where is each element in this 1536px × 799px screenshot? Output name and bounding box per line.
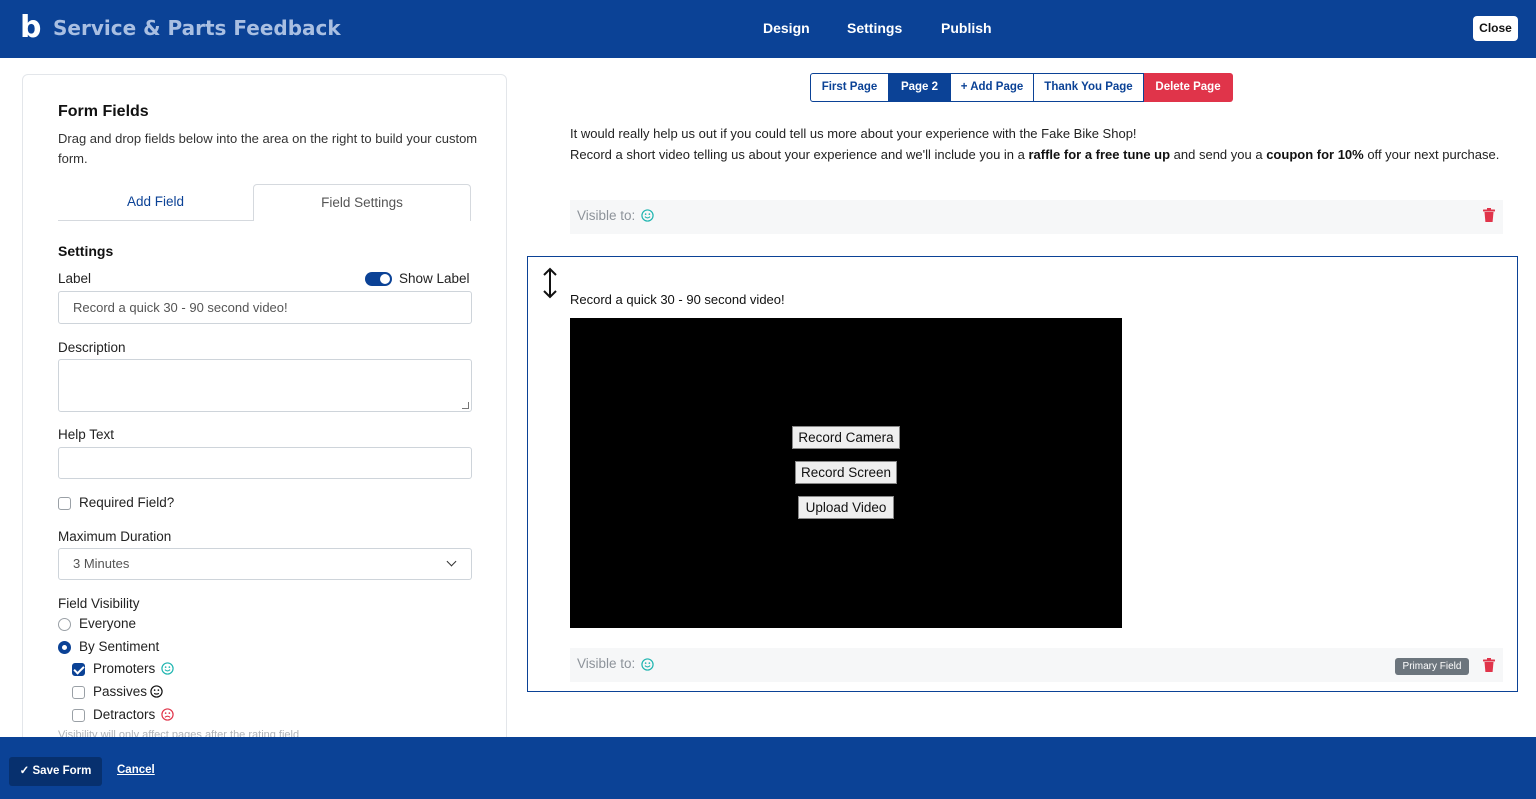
frown-icon [161,708,174,721]
visible-to-label: Visible to: [577,208,636,223]
help-text-input[interactable] [58,447,472,479]
trash-icon[interactable] [1483,658,1495,672]
panel-title: Form Fields [58,103,149,120]
neutral-face-icon [150,685,163,698]
detractors-checkbox[interactable] [72,709,85,722]
visibility-everyone-label: Everyone [79,616,137,631]
upload-video-button[interactable]: Upload Video [798,496,894,519]
visibility-bar: Visible to: [570,648,1503,682]
top-bar: b Service & Parts Feedback Design Settin… [0,0,1536,58]
passives-label: Passives [93,684,148,699]
settings-heading: Settings [58,243,114,259]
visibility-sentiment-radio[interactable] [58,641,71,654]
resize-handle-icon[interactable] [462,402,469,409]
help-text-label: Help Text [58,427,115,442]
intro-line-2: Record a short video telling us about yo… [570,147,1500,162]
required-label: Required Field? [79,495,175,510]
description-textarea[interactable] [58,359,472,412]
video-recorder: Record Camera Record Screen Upload Video [570,318,1122,628]
nav-settings[interactable]: Settings [847,20,902,36]
panel-description: Drag and drop fields below into the area… [58,131,478,166]
tab-first-page[interactable]: First Page [810,73,889,102]
visibility-everyone-radio[interactable] [58,618,71,631]
page-tabs: First Page Page 2 + Add Page Thank You P… [810,73,1233,102]
passives-checkbox[interactable] [72,686,85,699]
record-screen-button[interactable]: Record Screen [795,461,897,484]
save-form-button[interactable]: ✓ Save Form [9,757,102,786]
brand-logo-icon: b [20,10,42,45]
delete-page-button[interactable]: Delete Page [1144,73,1233,102]
promoters-checkbox[interactable] [72,663,85,676]
cancel-link[interactable]: Cancel [117,764,155,776]
nav-design[interactable]: Design [763,20,810,36]
smile-icon [641,209,654,222]
show-label-toggle[interactable] [365,272,392,286]
max-duration-select[interactable]: 3 Minutes [58,548,472,580]
label-input[interactable]: Record a quick 30 - 90 second video! [58,291,472,324]
visible-to-label: Visible to: [577,656,636,671]
visibility-bar: Visible to: [570,200,1503,234]
smile-icon [161,662,174,675]
smile-icon [641,658,654,671]
description-label: Description [58,340,126,355]
add-page-button[interactable]: + Add Page [951,73,1034,102]
video-field-label: Record a quick 30 - 90 second video! [570,292,785,307]
record-camera-button[interactable]: Record Camera [792,426,900,449]
show-label-text: Show Label [399,271,470,286]
check-icon: ✓ [19,765,33,777]
trash-icon[interactable] [1483,208,1495,222]
field-visibility-label: Field Visibility [58,596,140,611]
promoters-label: Promoters [93,661,156,676]
chevron-down-icon [446,556,457,567]
detractors-label: Detractors [93,707,156,722]
close-button[interactable]: Close [1473,16,1518,41]
tab-field-settings[interactable]: Field Settings [253,184,471,221]
tab-add-field[interactable]: Add Field [58,185,253,221]
intro-line-1: It would really help us out if you could… [570,126,1137,141]
form-fields-panel: Form Fields Drag and drop fields below i… [22,74,507,754]
tab-page-2[interactable]: Page 2 [889,73,951,102]
nav-publish[interactable]: Publish [941,20,992,36]
footer-bar: ✓ Save Form Cancel [0,737,1536,799]
max-duration-label: Maximum Duration [58,529,172,544]
tab-thank-you-page[interactable]: Thank You Page [1034,73,1144,102]
primary-field-badge: Primary Field [1395,658,1469,675]
drag-handle-icon[interactable] [541,267,559,299]
app-title: Service & Parts Feedback [53,16,341,40]
max-duration-value: 3 Minutes [73,556,130,571]
required-checkbox[interactable] [58,497,71,510]
label-field-label: Label [58,271,92,286]
intro-text-block[interactable]: It would really help us out if you could… [570,123,1500,165]
visibility-sentiment-label: By Sentiment [79,639,160,654]
